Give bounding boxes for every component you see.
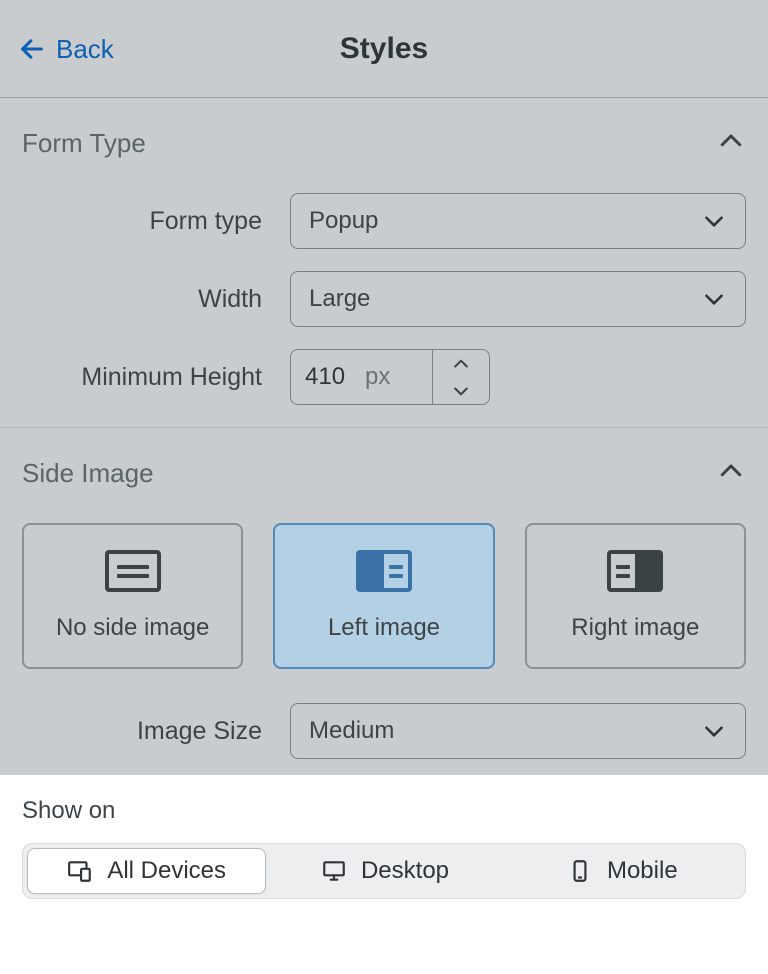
chevron-down-icon [451,381,471,401]
side-image-right-label: Right image [571,614,699,642]
device-desktop-label: Desktop [361,857,449,885]
device-all[interactable]: All Devices [27,848,266,894]
width-value: Large [309,285,370,313]
device-desktop[interactable]: Desktop [266,848,503,894]
image-size-label: Image Size [22,717,290,746]
show-on-bar: Show on All Devices Desktop Mobile [0,775,768,939]
width-label: Width [22,285,290,314]
back-label: Back [56,34,114,65]
chevron-up-icon [451,354,471,374]
show-on-title: Show on [22,797,746,825]
header: Back Styles [0,0,768,98]
stepper-down[interactable] [433,377,489,404]
section-form-type: Form Type Form type Popup Width Large Mi… [0,98,768,428]
side-image-option-left[interactable]: Left image [273,523,494,669]
side-image-option-none[interactable]: No side image [22,523,243,669]
collapse-side-image[interactable] [716,456,746,491]
device-mobile-label: Mobile [607,857,678,885]
mobile-icon [567,858,593,884]
left-image-icon [356,550,412,592]
section-side-image-title: Side Image [22,458,154,489]
chevron-down-icon [701,718,727,744]
device-all-label: All Devices [107,857,226,885]
side-image-none-label: No side image [56,614,209,642]
chevron-up-icon [716,126,746,156]
min-height-unit: px [365,363,390,391]
page-title: Styles [340,32,428,66]
no-side-image-icon [105,550,161,592]
section-side-image: Side Image No side image Left image [0,428,768,775]
collapse-form-type[interactable] [716,126,746,161]
back-arrow-icon [18,35,46,63]
stepper-up[interactable] [433,350,489,377]
image-size-select[interactable]: Medium [290,703,746,759]
min-height-input[interactable]: 410 px [290,349,432,405]
min-height-label: Minimum Height [22,363,290,392]
chevron-up-icon [716,456,746,486]
form-type-label: Form type [22,207,290,236]
image-size-value: Medium [309,717,394,745]
side-image-option-right[interactable]: Right image [525,523,746,669]
chevron-down-icon [701,286,727,312]
min-height-value: 410 [305,363,345,391]
chevron-down-icon [701,208,727,234]
back-button[interactable]: Back [18,0,114,98]
side-image-left-label: Left image [328,614,440,642]
min-height-stepper [432,349,490,405]
width-select[interactable]: Large [290,271,746,327]
devices-icon [67,858,93,884]
desktop-icon [321,858,347,884]
right-image-icon [607,550,663,592]
section-form-type-title: Form Type [22,128,146,159]
device-segmented-control: All Devices Desktop Mobile [22,843,746,899]
device-mobile[interactable]: Mobile [504,848,741,894]
form-type-value: Popup [309,207,378,235]
form-type-select[interactable]: Popup [290,193,746,249]
